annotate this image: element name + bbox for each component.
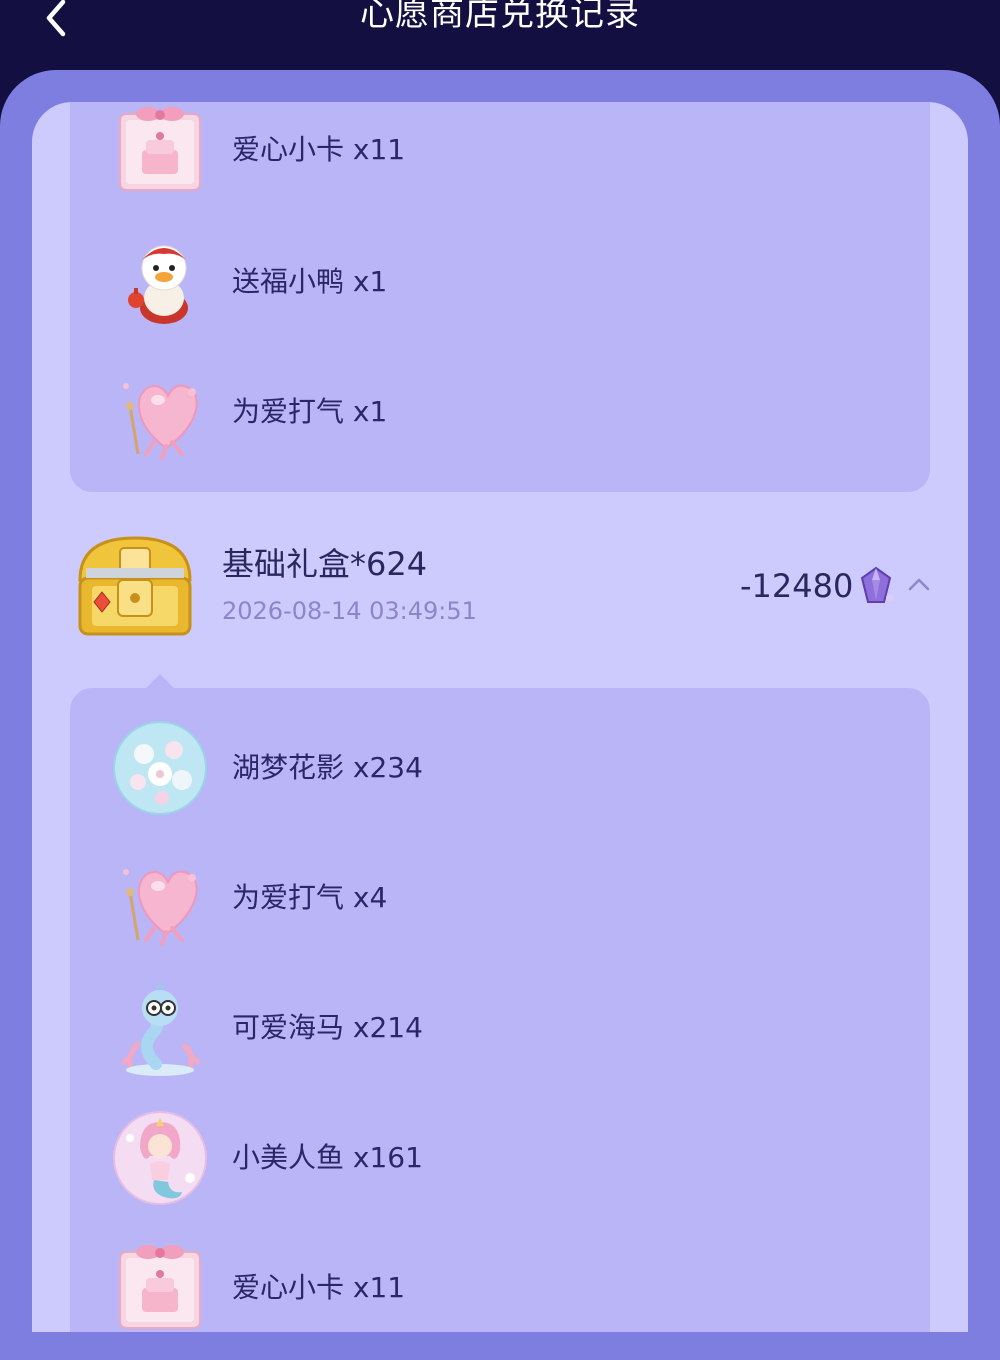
seahorse-icon	[121, 982, 201, 1076]
record-list[interactable]: 爱心小卡 x11 送福小鸭 x1 为爱打气 x1 基础礼盒*624 2026-0…	[32, 102, 968, 1332]
list-item: 可爱海马 x214	[110, 978, 810, 1078]
reward-sublist-previous: 爱心小卡 x11 送福小鸭 x1 为爱打气 x1	[70, 102, 930, 492]
mermaid-icon	[113, 1111, 207, 1205]
exchange-record-row[interactable]: 基础礼盒*624 2026-08-14 03:49:51 -12480	[68, 528, 938, 648]
reward-sublist: 湖梦花影 x234 为爱打气 x4 可爱海马 x214 小美人鱼 x161 爱心…	[70, 688, 930, 1332]
record-timestamp: 2026-08-14 03:49:51	[222, 597, 477, 625]
item-label: 可爱海马 x214	[232, 1011, 423, 1044]
item-label: 为爱打气 x4	[232, 881, 388, 914]
list-item: 小美人鱼 x161	[110, 1108, 810, 1208]
heart-balloon-icon	[123, 383, 198, 460]
item-label: 送福小鸭 x1	[232, 265, 388, 298]
list-item: 送福小鸭 x1	[110, 232, 810, 332]
heart-balloon-icon	[123, 869, 198, 946]
heart-card-icon	[119, 107, 201, 191]
record-amount: -12480	[740, 567, 854, 605]
treasure-chest-icon	[78, 536, 192, 636]
item-label: 为爱打气 x1	[232, 395, 388, 428]
item-label: 湖梦花影 x234	[232, 751, 423, 784]
crystal-icon	[860, 566, 894, 603]
lucky-duck-icon	[128, 245, 188, 324]
top-bar: 心愿商店兑换记录	[0, 0, 1000, 80]
list-item: 爱心小卡 x11	[110, 102, 810, 200]
item-label: 爱心小卡 x11	[232, 133, 406, 166]
list-item: 爱心小卡 x11	[110, 1238, 810, 1332]
item-label: 小美人鱼 x161	[232, 1141, 423, 1174]
page-title: 心愿商店兑换记录	[360, 0, 640, 34]
list-item: 为爱打气 x1	[110, 362, 810, 462]
heart-card-icon	[119, 1245, 201, 1329]
list-item: 为爱打气 x4	[110, 848, 810, 948]
sublist-pointer	[146, 674, 174, 688]
chevron-up-icon[interactable]	[904, 570, 934, 600]
record-title: 基础礼盒*624	[222, 545, 428, 583]
flower-orb-icon	[113, 721, 207, 815]
item-label: 爱心小卡 x11	[232, 1271, 406, 1304]
list-item: 湖梦花影 x234	[110, 718, 810, 818]
